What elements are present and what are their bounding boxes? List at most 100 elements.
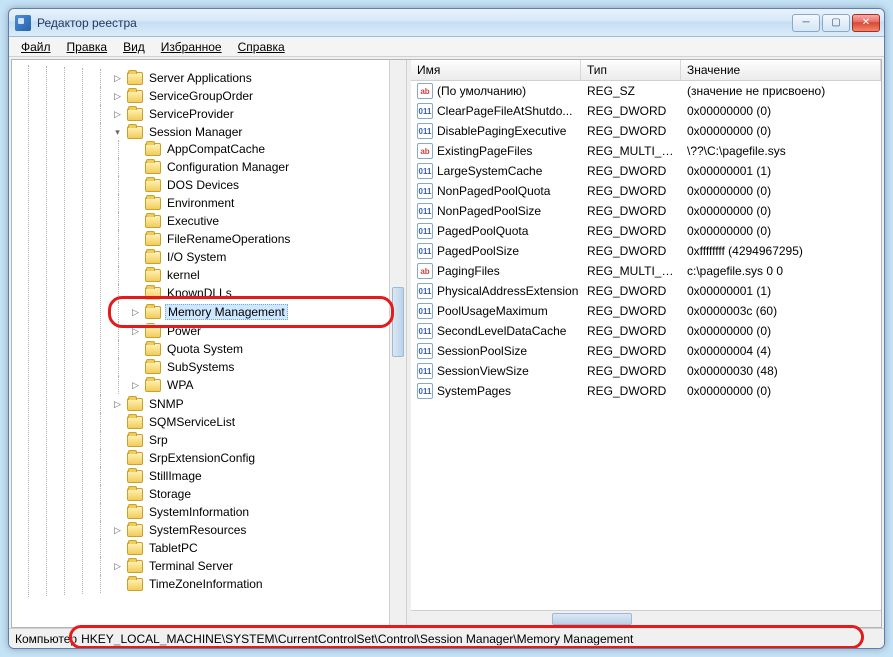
value-row[interactable]: 011PagedPoolQuotaREG_DWORD0x00000000 (0) [411,221,881,241]
dword-value-icon: 011 [417,243,433,259]
value-row[interactable]: abPagingFilesREG_MULTI_SZc:\pagefile.sys… [411,261,881,281]
tree-node-wpa[interactable]: ▷WPA [128,377,406,393]
menu-help[interactable]: Справка [230,38,293,56]
dword-value-icon: 011 [417,343,433,359]
value-name: SessionPoolSize [437,344,527,358]
value-row[interactable]: 011NonPagedPoolQuotaREG_DWORD0x00000000 … [411,181,881,201]
tree-node-server-applications[interactable]: ▷Server Applications [110,70,406,86]
tree-node-timezoneinformation[interactable]: ▷TimeZoneInformation [110,576,406,592]
tree-node-tabletpc[interactable]: ▷TabletPC [110,540,406,556]
folder-icon [145,343,161,356]
close-button[interactable]: ✕ [852,14,880,32]
folder-icon [145,325,161,338]
tree-node-environment[interactable]: ▷Environment [128,195,406,211]
value-name: DisablePagingExecutive [437,124,566,138]
expand-icon[interactable]: ▷ [112,109,123,120]
folder-icon [127,524,143,537]
tree-scrollbar[interactable] [389,60,406,627]
tree-node-srp[interactable]: ▷Srp [110,432,406,448]
expand-icon[interactable]: ▷ [112,525,123,536]
tree-node-executive[interactable]: ▷Executive [128,213,406,229]
tree-label: Terminal Server [147,559,235,573]
value-row[interactable]: 011SessionPoolSizeREG_DWORD0x00000004 (4… [411,341,881,361]
tree-node-storage[interactable]: ▷Storage [110,486,406,502]
tree-node-subsystems[interactable]: ▷SubSystems [128,359,406,375]
value-row[interactable]: 011SystemPagesREG_DWORD0x00000000 (0) [411,381,881,401]
tree-node-srpextensionconfig[interactable]: ▷SrpExtensionConfig [110,450,406,466]
values-list[interactable]: ab(По умолчанию)REG_SZ(значение не присв… [411,81,881,610]
value-type: REG_DWORD [581,243,681,259]
tree-label: Configuration Manager [165,160,291,174]
value-name: PoolUsageMaximum [437,304,548,318]
tree-label: AppCompatCache [165,142,267,156]
tree-node-serviceprovider[interactable]: ▷ServiceProvider [110,106,406,122]
tree-node-stillimage[interactable]: ▷StillImage [110,468,406,484]
col-type[interactable]: Тип [581,60,681,80]
value-row[interactable]: abExistingPageFilesREG_MULTI_SZ\??\C:\pa… [411,141,881,161]
tree-node-snmp[interactable]: ▷SNMP [110,396,406,412]
tree-node-filerenameoperations[interactable]: ▷FileRenameOperations [128,231,406,247]
tree-node-configuration-manager[interactable]: ▷Configuration Manager [128,159,406,175]
value-row[interactable]: 011NonPagedPoolSizeREG_DWORD0x00000000 (… [411,201,881,221]
value-row[interactable]: 011LargeSystemCacheREG_DWORD0x00000001 (… [411,161,881,181]
dword-value-icon: 011 [417,123,433,139]
col-name[interactable]: Имя [411,60,581,80]
expand-icon[interactable]: ▷ [112,91,123,102]
menu-edit[interactable]: Правка [59,38,116,56]
statusbar: Компьютер HKEY_LOCAL_MACHINE\SYSTEM\Curr… [9,628,884,648]
titlebar[interactable]: Редактор реестра ─ ▢ ✕ [9,9,884,37]
tree-node-appcompatcache[interactable]: ▷AppCompatCache [128,141,406,157]
tree-node-servicegrouporder[interactable]: ▷ServiceGroupOrder [110,88,406,104]
tree-label: SubSystems [165,360,236,374]
tree-label: StillImage [147,469,204,483]
expand-icon[interactable]: ▷ [130,307,141,318]
tree-node-quota-system[interactable]: ▷Quota System [128,341,406,357]
tree-node-power[interactable]: ▷Power [128,323,406,339]
tree-node-memory-management[interactable]: ▷ Memory Management [128,303,406,321]
tree-node-terminal-server[interactable]: ▷ Terminal Server [110,558,406,574]
value-row[interactable]: 011SecondLevelDataCacheREG_DWORD0x000000… [411,321,881,341]
expand-icon[interactable]: ▷ [130,380,141,391]
tree-label: FileRenameOperations [165,232,292,246]
expand-icon[interactable]: ▷ [112,399,123,410]
value-row[interactable]: ab(По умолчанию)REG_SZ(значение не присв… [411,81,881,101]
values-header[interactable]: Имя Тип Значение [411,60,881,81]
tree-pane[interactable]: ▷Server Applications▷ServiceGroupOrder▷S… [12,60,407,627]
dword-value-icon: 011 [417,283,433,299]
tree-node-kernel[interactable]: ▷kernel [128,267,406,283]
folder-icon [127,506,143,519]
value-data: (значение не присвоено) [681,83,881,99]
values-hscrollbar[interactable] [411,610,881,627]
value-row[interactable]: 011DisablePagingExecutiveREG_DWORD0x0000… [411,121,881,141]
tree-node-knowndlls[interactable]: ▷KnownDLLs [128,285,406,301]
tree-node-systemresources[interactable]: ▷SystemResources [110,522,406,538]
menu-favorites[interactable]: Избранное [153,38,230,56]
value-row[interactable]: 011PoolUsageMaximumREG_DWORD0x0000003c (… [411,301,881,321]
expand-icon[interactable]: ▷ [130,326,141,337]
menu-file[interactable]: Файл [13,38,59,56]
minimize-button[interactable]: ─ [792,14,820,32]
menu-view[interactable]: Вид [115,38,153,56]
value-data: 0x00000000 (0) [681,383,881,399]
tree-node-session-manager[interactable]: ▾Session Manager [110,124,406,140]
value-row[interactable]: 011PhysicalAddressExtensionREG_DWORD0x00… [411,281,881,301]
expand-icon[interactable]: ▷ [112,73,123,84]
maximize-button[interactable]: ▢ [822,14,850,32]
tree-node-sqmservicelist[interactable]: ▷SQMServiceList [110,414,406,430]
col-data[interactable]: Значение [681,60,881,80]
tree-node-dos-devices[interactable]: ▷DOS Devices [128,177,406,193]
window-title: Редактор реестра [37,16,792,30]
folder-icon [127,126,143,139]
value-row[interactable]: 011PagedPoolSizeREG_DWORD0xffffffff (429… [411,241,881,261]
folder-icon [145,361,161,374]
collapse-icon[interactable]: ▾ [112,127,123,138]
value-row[interactable]: 011SessionViewSizeREG_DWORD0x00000030 (4… [411,361,881,381]
value-name: SystemPages [437,384,511,398]
tree-node-systeminformation[interactable]: ▷SystemInformation [110,504,406,520]
value-type: REG_DWORD [581,283,681,299]
tree-label: Memory Management [165,304,288,320]
expand-icon[interactable]: ▷ [112,561,123,572]
value-row[interactable]: 011ClearPageFileAtShutdo...REG_DWORD0x00… [411,101,881,121]
regedit-icon [15,15,31,31]
tree-node-i-o-system[interactable]: ▷I/O System [128,249,406,265]
